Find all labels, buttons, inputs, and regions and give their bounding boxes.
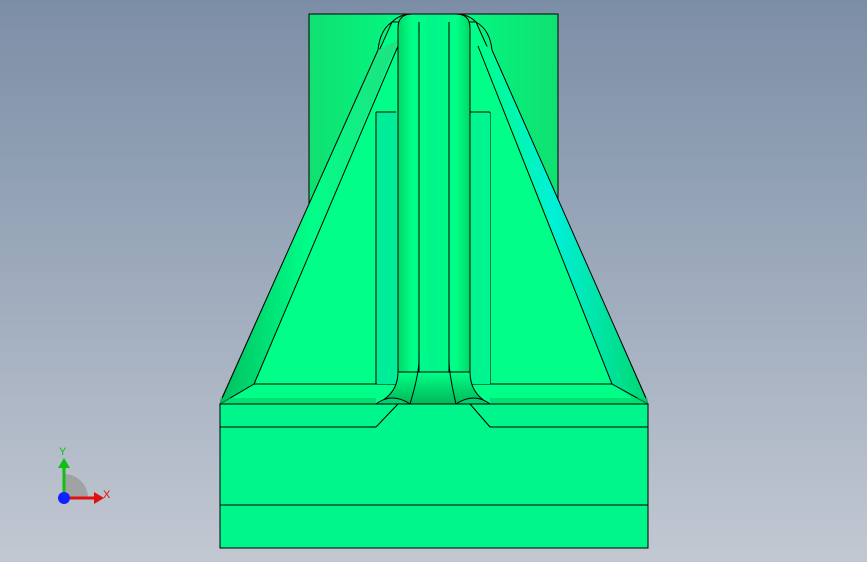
- y-axis-label: Y: [59, 446, 67, 458]
- central-rib[interactable]: [397, 13, 471, 385]
- coordinate-triad: Y X: [58, 446, 111, 504]
- base-block[interactable]: [219, 403, 649, 549]
- x-axis-label: X: [103, 489, 111, 501]
- graphics-viewport[interactable]: Y X: [0, 0, 867, 562]
- model-canvas[interactable]: [0, 0, 867, 562]
- z-axis-icon: [58, 492, 70, 504]
